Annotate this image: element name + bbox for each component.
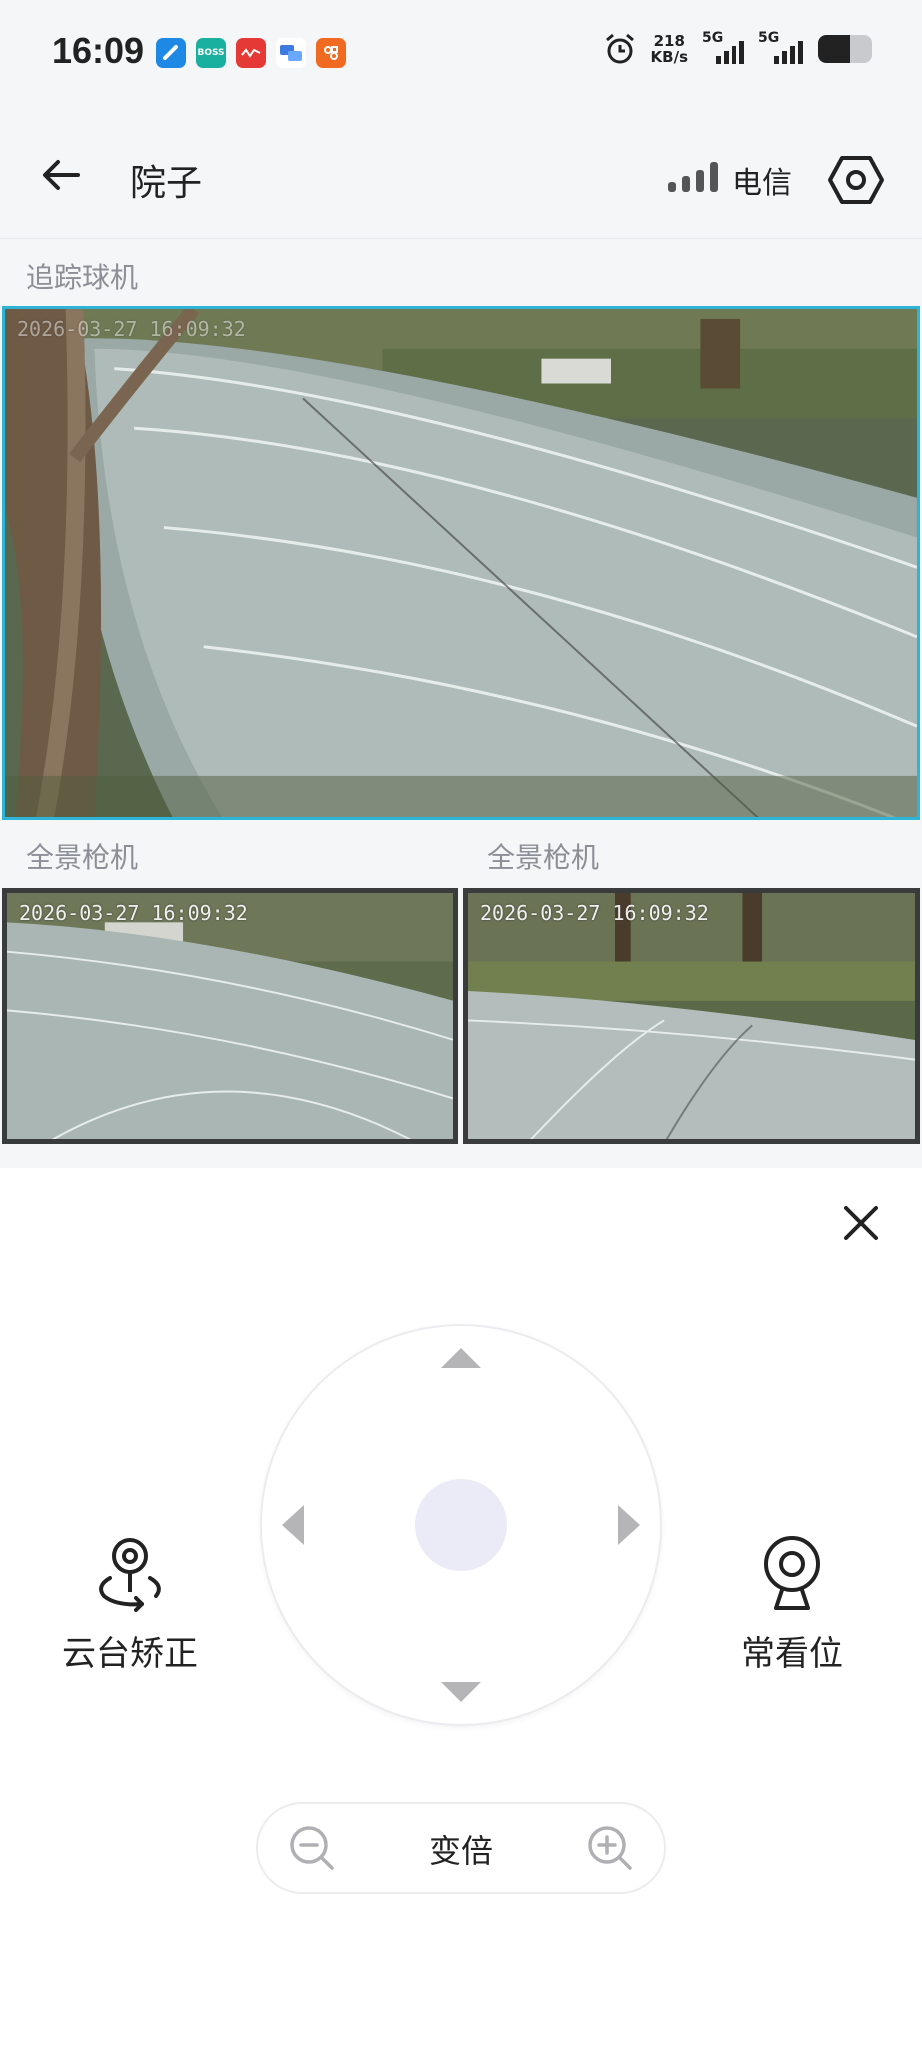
main-camera-timestamp: 2026-03-27 16:09:32 xyxy=(17,317,246,341)
pano-camera-1-timestamp: 2026-03-27 16:09:32 xyxy=(19,901,248,925)
pan-down-arrow-icon[interactable] xyxy=(441,1682,481,1702)
close-icon[interactable] xyxy=(836,1198,886,1248)
main-camera-view[interactable]: 2026-03-27 16:09:32 xyxy=(2,306,920,820)
alarm-icon xyxy=(605,33,634,64)
battery-icon xyxy=(818,35,872,63)
app-icon-3 xyxy=(236,38,266,68)
ptz-calibrate-icon xyxy=(99,1538,161,1612)
back-arrow-icon[interactable] xyxy=(36,150,86,200)
notification-apps: BOSS xyxy=(156,38,346,68)
joystick-center[interactable] xyxy=(415,1479,507,1571)
battery-level xyxy=(818,35,851,63)
device-signal-icon xyxy=(668,162,718,192)
zoom-in-icon[interactable] xyxy=(586,1824,634,1872)
pano-2-video-frame xyxy=(468,893,915,1139)
pano-camera-2-view[interactable]: 2026-03-27 16:09:32 xyxy=(463,888,920,1144)
page-title: 院子 xyxy=(130,163,203,204)
zoom-control: 变倍 xyxy=(258,1804,664,1892)
net-speed: 218 KB/s xyxy=(650,32,688,66)
boss-app-icon: BOSS xyxy=(196,38,226,68)
pan-right-arrow-icon[interactable] xyxy=(618,1505,640,1545)
ptz-joystick[interactable] xyxy=(262,1326,660,1724)
app-bar: 院子 电信 xyxy=(0,110,922,239)
pano-camera-2-label: 全景枪机 xyxy=(487,841,600,874)
app-icon-1 xyxy=(156,38,186,68)
carrier-label: 电信 xyxy=(732,166,792,201)
main-camera-label: 追踪球机 xyxy=(26,261,139,294)
status-right: 218 KB/s 5G 5G xyxy=(603,30,872,66)
preset-position-label: 常看位 xyxy=(741,1634,843,1674)
settings-icon[interactable] xyxy=(826,150,886,210)
camera-icon xyxy=(764,1536,820,1610)
greenhouse-video-frame xyxy=(5,309,917,817)
ptz-calibrate-button[interactable]: 云台矫正 xyxy=(40,1534,220,1675)
pano-camera-2-timestamp: 2026-03-27 16:09:32 xyxy=(480,901,709,925)
ptz-calibrate-label: 云台矫正 xyxy=(62,1634,198,1674)
status-bar: 16:09 BOSS 218 KB/s 5G 5G xyxy=(0,0,922,110)
app-icon-4 xyxy=(276,38,306,68)
pano-1-video-frame xyxy=(7,893,453,1139)
app-icon-5 xyxy=(316,38,346,68)
sim2-signal-icon: 5G xyxy=(758,30,804,64)
pano-camera-1-view[interactable]: 2026-03-27 16:09:32 xyxy=(2,888,458,1144)
preset-position-button[interactable]: 常看位 xyxy=(702,1534,882,1675)
status-time: 16:09 xyxy=(52,30,145,71)
pan-up-arrow-icon[interactable] xyxy=(441,1348,481,1368)
pan-left-arrow-icon[interactable] xyxy=(282,1505,304,1545)
pano-camera-1-label: 全景枪机 xyxy=(26,841,139,874)
sim1-signal-icon: 5G xyxy=(702,30,744,64)
